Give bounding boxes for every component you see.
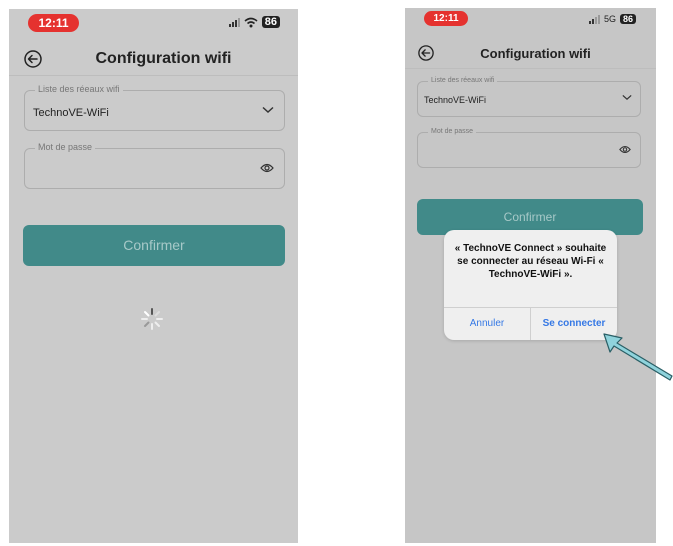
- network-select-label: Liste des réeaux wifi: [35, 84, 123, 94]
- battery-icon: 86: [619, 14, 636, 24]
- eye-icon[interactable]: [260, 163, 274, 173]
- status-time: 12:11: [424, 11, 468, 26]
- wifi-join-alert: « TechnoVE Connect » souhaite se connect…: [444, 230, 617, 340]
- app-bar: Configuration wifi: [405, 38, 656, 69]
- app-bar: Configuration wifi: [9, 43, 298, 76]
- phone-screen-loading: 12:11 86 Configuration wifi Liste des ré…: [9, 9, 298, 543]
- battery-icon: 86: [261, 16, 280, 28]
- network-select-value: TechnoVE-WiFi: [424, 95, 487, 105]
- alert-message: « TechnoVE Connect » souhaite se connect…: [454, 243, 607, 280]
- loading-spinner-icon: [141, 308, 163, 330]
- chevron-down-icon: [262, 106, 274, 114]
- page-title: Configuration wifi: [480, 45, 591, 61]
- network-select[interactable]: Liste des réeaux wifi TechnoVE-WiFi: [417, 77, 641, 117]
- signal-icon: [588, 14, 600, 24]
- password-label: Mot de passe: [35, 142, 96, 152]
- confirm-button[interactable]: Confirmer: [23, 225, 285, 266]
- wifi-icon: [244, 17, 258, 27]
- eye-icon[interactable]: [619, 145, 631, 154]
- pointer-arrow-icon: [603, 333, 673, 381]
- password-field[interactable]: Mot de passe: [24, 142, 285, 189]
- back-arrow-icon[interactable]: [24, 50, 42, 68]
- cancel-button[interactable]: Annuler: [444, 308, 530, 340]
- network-select[interactable]: Liste des réeaux wifi TechnoVE-WiFi: [24, 84, 285, 131]
- network-select-label: Liste des réeaux wifi: [428, 77, 498, 84]
- network-select-value: TechnoVE-WiFi: [33, 107, 109, 119]
- password-label: Mot de passe: [428, 128, 477, 135]
- signal-icon: [228, 17, 240, 27]
- network-type: 5G: [603, 14, 616, 24]
- alert-actions: Annuler Se connecter: [444, 307, 617, 340]
- password-field[interactable]: Mot de passe: [417, 128, 641, 168]
- status-icons: 86: [228, 16, 280, 28]
- status-time: 12:11: [28, 14, 79, 32]
- page-title: Configuration wifi: [95, 50, 232, 67]
- status-icons: 5G 86: [588, 14, 636, 24]
- back-arrow-icon[interactable]: [418, 45, 434, 61]
- phone-screen-alert: 12:11 5G 86 Configuration wifi Liste des…: [405, 8, 656, 543]
- chevron-down-icon: [622, 94, 632, 101]
